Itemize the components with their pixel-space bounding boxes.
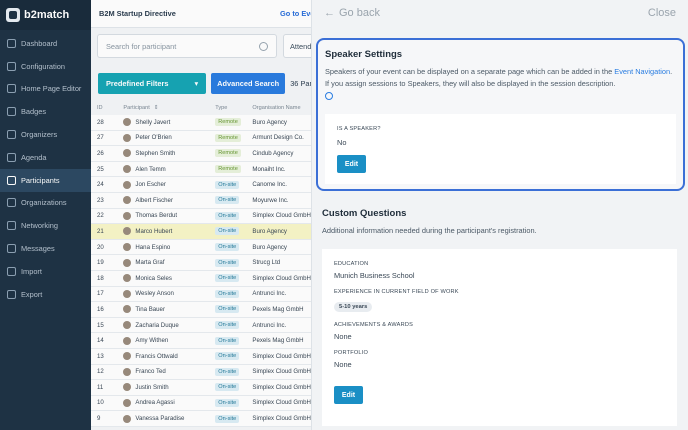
go-back-button[interactable]: ← Go back [324, 7, 380, 19]
speaker-edit-button[interactable]: Edit [337, 155, 366, 173]
custom-questions-title: Custom Questions [322, 208, 407, 219]
go-back-label: Go back [339, 7, 380, 19]
panel-header: ← Go back Close [312, 0, 688, 26]
experience-tag: 5-10 years [334, 302, 373, 312]
speaker-settings-description: Speakers of your event can be displayed … [325, 66, 676, 104]
question-item: EDUCATION Munich Business School [334, 261, 665, 280]
custom-questions-description: Additional information needed during the… [322, 226, 537, 235]
question-value: None [334, 360, 352, 369]
speaker-settings-title: Speaker Settings [325, 49, 403, 60]
question-label: PORTFOLIO [334, 350, 369, 356]
arrow-left-icon: ← [324, 7, 335, 19]
question-label: EXPERIENCE IN CURRENT FIELD OF WORK [334, 289, 459, 295]
help-icon[interactable] [325, 92, 333, 100]
question-item: PORTFOLIO None [334, 350, 665, 369]
is-speaker-label: IS A SPEAKER? [337, 126, 381, 132]
question-item: ACHIEVEMENTS & AWARDS None [334, 322, 665, 341]
speaker-desc-text: Speakers of your event can be displayed … [325, 67, 615, 76]
question-item: EXPERIENCE IN CURRENT FIELD OF WORK 5-10… [334, 289, 665, 313]
question-value: Munich Business School [334, 271, 415, 280]
speaker-settings-card: Speaker Settings Speakers of your event … [316, 38, 685, 191]
close-button[interactable]: Close [648, 7, 676, 19]
custom-questions-section: Custom Questions Additional information … [322, 208, 682, 426]
overlay-dim [0, 0, 311, 430]
app-root: b2match Dashboard Configuration Home Page … [0, 0, 688, 430]
event-navigation-link[interactable]: Event Navigation [614, 67, 670, 76]
question-label: EDUCATION [334, 261, 369, 267]
is-speaker-value: No [337, 138, 347, 147]
speaker-field-box: IS A SPEAKER? No Edit [325, 114, 676, 184]
custom-questions-edit-button[interactable]: Edit [334, 386, 363, 404]
detail-panel: ← Go back Close Speaker Settings Speaker… [311, 0, 688, 430]
question-value: None [334, 332, 352, 341]
question-label: ACHIEVEMENTS & AWARDS [334, 322, 414, 328]
custom-questions-box: EDUCATION Munich Business School EXPERIE… [322, 249, 677, 426]
